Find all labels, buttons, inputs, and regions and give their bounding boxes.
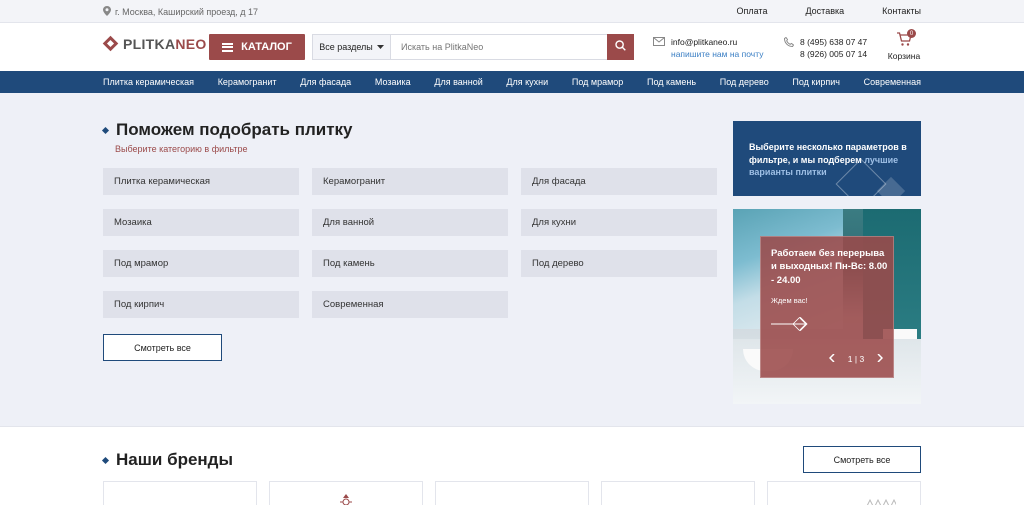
filter-tile-porcelain[interactable]: Керамогранит [312,168,508,195]
filter-tile-modern[interactable]: Современная [312,291,508,318]
main-nav: Плитка керамическая Керамогранит Для фас… [0,71,1024,93]
filter-tile-mosaic[interactable]: Мозаика [103,209,299,236]
logo-diamond-icon [103,36,119,52]
brand-card[interactable] [435,481,589,505]
header: PLITKANEO КАТАЛОГ Все разделы info@plitk… [0,23,1024,71]
cart-label: Корзина [887,51,921,61]
search-scope-select[interactable]: Все разделы [313,35,391,59]
logo[interactable]: PLITKANEO [103,36,207,52]
hours-overlay-card: Работаем без перерыва и выходных! Пн-Вс:… [760,236,894,378]
nav-item-brick[interactable]: Под кирпич [792,77,840,87]
slider-pager: 1 | 3 [828,353,884,364]
chevron-down-icon [376,42,384,52]
search-bar: Все разделы [312,34,634,60]
search-button[interactable] [607,34,634,60]
section-title: Поможем подобрать плитку [101,120,353,140]
search-input[interactable] [391,35,607,59]
section-subtitle: Выберите категорию в фильтре [115,144,248,154]
nav-item-mosaic[interactable]: Мозаика [375,77,411,87]
search-icon [615,38,626,56]
address-text: г. Москва, Каширский проезд, д 17 [115,7,259,17]
nav-item-wood[interactable]: Под дерево [720,77,769,87]
brand-card[interactable] [103,481,257,505]
email-address[interactable]: info@plitkaneo.ru [671,37,763,47]
address: г. Москва, Каширский проезд, д 17 [103,6,258,18]
brand-card[interactable] [601,481,755,505]
phone-number-2[interactable]: 8 (926) 005 07 14 [800,49,867,59]
topbar-link-delivery[interactable]: Доставка [805,6,844,16]
phone-icon [783,36,795,59]
bullet-diamond-icon [101,126,110,134]
filter-tile-stone[interactable]: Под камень [312,250,508,277]
cart-icon: 0 [896,29,916,48]
nav-item-bathroom[interactable]: Для ванной [434,77,482,87]
menu-icon [222,42,234,52]
filter-tile-brick[interactable]: Под кирпич [103,291,299,318]
nav-item-kitchen[interactable]: Для кухни [506,77,548,87]
filter-tile-kitchen[interactable]: Для кухни [521,209,717,236]
topbar-link-payment[interactable]: Оплата [737,6,768,16]
brand-logo-icon [338,493,354,505]
brand-card[interactable] [269,481,423,505]
topbar-link-contacts[interactable]: Контакты [882,6,921,16]
nav-item-ceramic[interactable]: Плитка керамическая [103,77,194,87]
filter-tile-bathroom[interactable]: Для ванной [312,209,508,236]
email-contact: info@plitkaneo.ru напишите нам на почту [653,37,763,59]
see-all-categories-button[interactable]: Смотреть все [103,334,222,361]
hours-slider: Работаем без перерыва и выходных! Пн-Вс:… [733,209,921,404]
brand-card[interactable] [767,481,921,505]
mail-icon [653,37,665,59]
phone-contact: 8 (495) 638 07 47 8 (926) 005 07 14 [783,36,867,59]
nav-item-stone[interactable]: Под камень [647,77,696,87]
filter-tile-wood[interactable]: Под дерево [521,250,717,277]
brands-section: Наши бренды Смотреть все [0,426,1024,505]
arrow-right-icon[interactable] [771,316,817,332]
slider-counter: 1 | 3 [847,354,865,364]
filter-tile-marble[interactable]: Под мрамор [103,250,299,277]
catalog-label: КАТАЛОГ [241,41,292,53]
nav-item-modern[interactable]: Современная [864,77,921,87]
filter-tile-ceramic[interactable]: Плитка керамическая [103,168,299,195]
nav-item-facade[interactable]: Для фасада [300,77,351,87]
bullet-diamond-icon [101,456,110,464]
top-bar: г. Москва, Каширский проезд, д 17 Оплата… [0,0,1024,23]
tile-picker-section: Поможем подобрать плитку Выберите катего… [0,93,1024,426]
hours-subtitle: Ждем вас! [771,296,808,305]
brands-title: Наши бренды [101,450,233,470]
email-link[interactable]: напишите нам на почту [671,49,763,59]
phone-number-1[interactable]: 8 (495) 638 07 47 [800,37,867,47]
cart-count-badge: 0 [907,29,916,38]
hours-title: Работаем без перерыва и выходных! Пн-Вс:… [771,248,888,286]
brand-logo-icon [866,494,898,505]
nav-item-marble[interactable]: Под мрамор [572,77,623,87]
nav-item-porcelain[interactable]: Керамогранит [218,77,277,87]
location-pin-icon [103,6,111,18]
filter-promo-banner[interactable]: Выберите несколько параметров в фильтре,… [733,121,921,196]
chevron-left-icon[interactable] [828,353,835,364]
see-all-brands-button[interactable]: Смотреть все [803,446,921,473]
cart[interactable]: 0 Корзина [886,29,922,61]
chevron-right-icon[interactable] [877,353,884,364]
filter-tile-facade[interactable]: Для фасада [521,168,717,195]
catalog-button[interactable]: КАТАЛОГ [209,34,305,60]
